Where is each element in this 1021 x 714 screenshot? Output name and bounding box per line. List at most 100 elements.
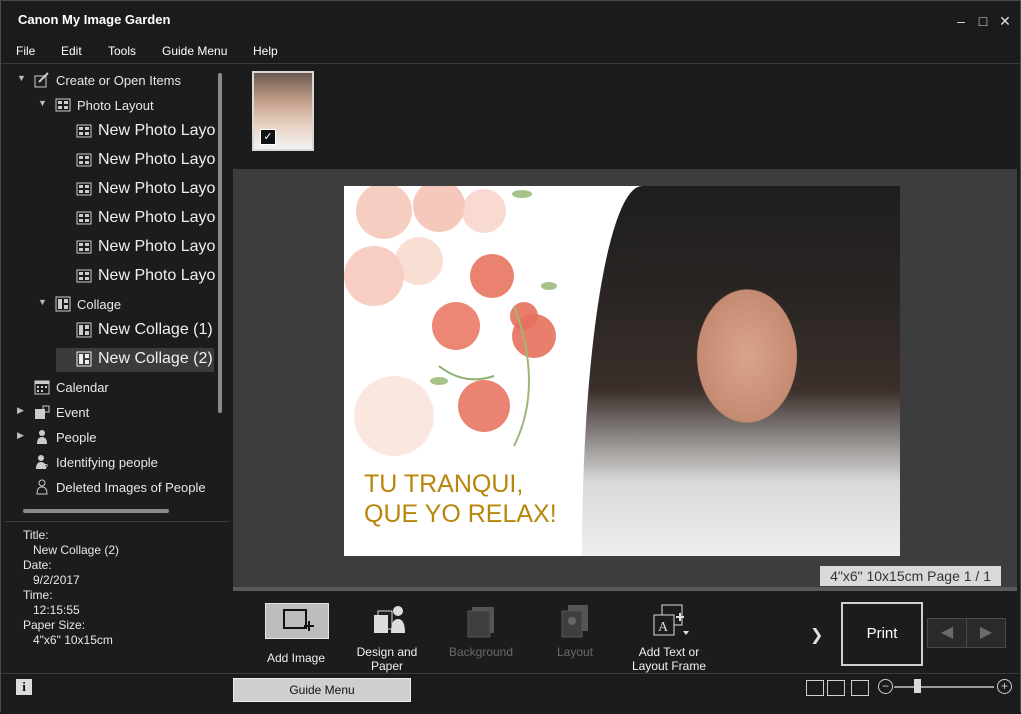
expand-icon[interactable]: ▶ <box>17 430 27 441</box>
tree-vertical-scrollbar[interactable] <box>218 73 222 413</box>
guide-menu-button[interactable]: Guide Menu <box>233 678 411 702</box>
layout-icon <box>76 240 92 254</box>
add-image-button[interactable]: Add Image <box>233 595 329 671</box>
tree-photo-layout-label: Photo Layout <box>77 98 154 113</box>
expand-toolbar-icon[interactable]: ❯ <box>810 625 823 645</box>
tree-item-label: New Photo Layo <box>98 151 216 168</box>
layout-icon <box>76 153 92 167</box>
collapse-icon[interactable]: ▼ <box>38 98 48 108</box>
tree-horizontal-scrollbar[interactable] <box>23 509 169 513</box>
tree-collage[interactable]: ▼ Collage <box>5 293 220 317</box>
menu-file[interactable]: File <box>16 44 35 58</box>
zoom-slider-thumb[interactable] <box>914 679 921 693</box>
create-icon <box>34 72 49 88</box>
tree-collage-item[interactable]: New Collage (1) <box>5 319 220 343</box>
collage-page[interactable]: TU TRANQUI, QUE YO RELAX! <box>344 186 900 556</box>
zoom-in-icon[interactable]: + <box>997 679 1012 694</box>
background-icon <box>467 607 494 638</box>
person-icon <box>37 430 47 444</box>
bottom-toolbar: Add Image Design and Paper Background Lay… <box>233 591 1017 673</box>
info-time-label: Time: <box>23 588 53 602</box>
tree-item-label: New Photo Layo <box>98 122 216 139</box>
tree-item-label: New Collage (1) <box>98 321 213 338</box>
tree-item-label: New Photo Layo <box>98 180 216 197</box>
tree-calendar[interactable]: Calendar <box>5 376 220 400</box>
print-button[interactable]: Print <box>841 602 923 666</box>
tree-people[interactable]: ▶ People <box>5 426 220 450</box>
tree-photo-layout-item[interactable]: New Photo Layo <box>5 120 220 144</box>
add-text-label: Add Text or Layout Frame <box>624 645 714 673</box>
tree-photo-layout-item[interactable]: New Photo Layo <box>5 236 220 260</box>
calendar-icon <box>34 380 50 395</box>
zoom-out-icon[interactable]: − <box>878 679 893 694</box>
info-date-label: Date: <box>23 558 52 572</box>
layout-change-icon <box>561 605 588 638</box>
layout-button: Layout <box>530 595 620 671</box>
info-title-value: New Collage (2) <box>33 543 120 557</box>
layout-icon <box>76 269 92 283</box>
layout-icon <box>55 98 71 112</box>
fit-view-icon[interactable] <box>851 680 869 696</box>
add-text-label-line2: Layout Frame <box>631 659 707 673</box>
layout-label: Layout <box>556 645 594 659</box>
menu-guide[interactable]: Guide Menu <box>162 44 227 58</box>
quote-text[interactable]: TU TRANQUI, QUE YO RELAX! <box>364 469 557 529</box>
event-icon <box>35 405 50 419</box>
add-image-label: Add Image <box>266 651 326 665</box>
tree-people-label: People <box>56 430 97 445</box>
add-text-frame-button[interactable]: A Add Text or Layout Frame <box>624 595 714 673</box>
tree-photo-layout-item[interactable]: New Photo Layo <box>5 265 220 289</box>
close-button[interactable]: ✕ <box>994 10 1016 32</box>
tree-calendar-label: Calendar <box>56 380 109 395</box>
tree-item-label: New Photo Layo <box>98 267 216 284</box>
title-bar: Canon My Image Garden – □ ✕ <box>1 1 1020 39</box>
identify-person-icon: ? <box>36 455 48 470</box>
page-thumbnail[interactable]: ✓ <box>252 71 314 151</box>
svg-text:A: A <box>658 620 669 635</box>
single-view-icon[interactable] <box>827 680 845 696</box>
checkmark-icon[interactable]: ✓ <box>260 129 276 145</box>
collage-icon <box>55 296 71 312</box>
tree-event[interactable]: ▶ Event <box>5 401 220 425</box>
thumbnail-strip: ✓ <box>233 65 1017 169</box>
expand-icon[interactable]: ▶ <box>17 405 27 416</box>
menu-tools[interactable]: Tools <box>108 44 136 58</box>
prev-page-button[interactable]: ◀ <box>927 618 967 648</box>
tree-collage-item-selected[interactable]: New Collage (2) <box>56 348 214 372</box>
tree-event-label: Event <box>56 405 90 420</box>
portrait-photo[interactable] <box>582 186 900 556</box>
tree-deleted[interactable]: Deleted Images of People <box>5 476 220 500</box>
layout-icon <box>76 182 92 196</box>
add-text-icon: A <box>653 604 689 636</box>
collapse-icon[interactable]: ▼ <box>38 297 48 307</box>
design-paper-button[interactable]: Design and Paper <box>342 595 432 673</box>
tree-item-label: New Photo Layo <box>98 238 216 255</box>
menu-help[interactable]: Help <box>253 44 278 58</box>
menu-edit[interactable]: Edit <box>61 44 82 58</box>
quote-line-2: QUE YO RELAX! <box>364 500 557 528</box>
tree-photo-layout-item[interactable]: New Photo Layo <box>5 149 220 173</box>
collapse-icon[interactable]: ▼ <box>17 73 27 83</box>
next-page-button[interactable]: ▶ <box>966 618 1006 648</box>
minimize-button[interactable]: – <box>950 10 972 32</box>
tree-identifying[interactable]: ? Identifying people <box>5 451 220 475</box>
info-paper-value: 4"x6" 10x15cm <box>33 633 113 647</box>
maximize-button[interactable]: □ <box>972 10 994 32</box>
tree-photo-layout-item[interactable]: New Photo Layo <box>5 207 220 231</box>
info-icon[interactable]: i <box>16 679 32 695</box>
tree-create-open[interactable]: ▼ Create or Open Items <box>5 69 220 93</box>
svg-text:?: ? <box>44 464 48 470</box>
menu-bar: File Edit Tools Guide Menu Help <box>1 39 1020 64</box>
add-image-icon <box>265 603 329 639</box>
design-paper-label-line1: Design and <box>356 645 418 659</box>
watercolor-roses-art <box>344 186 557 456</box>
app-window: Canon My Image Garden – □ ✕ File Edit To… <box>0 0 1021 714</box>
tree-photo-layout-item[interactable]: New Photo Layo <box>5 178 220 202</box>
design-paper-icon <box>374 606 405 633</box>
tree-deleted-label: Deleted Images of People <box>56 480 206 495</box>
tree-photo-layout[interactable]: ▼ Photo Layout <box>5 94 220 118</box>
thumbnail-view-icon[interactable] <box>806 680 824 696</box>
page-info-label: 4"x6" 10x15cm Page 1 / 1 <box>820 566 1001 586</box>
background-button: Background <box>436 595 526 671</box>
zoom-slider[interactable] <box>894 686 994 688</box>
